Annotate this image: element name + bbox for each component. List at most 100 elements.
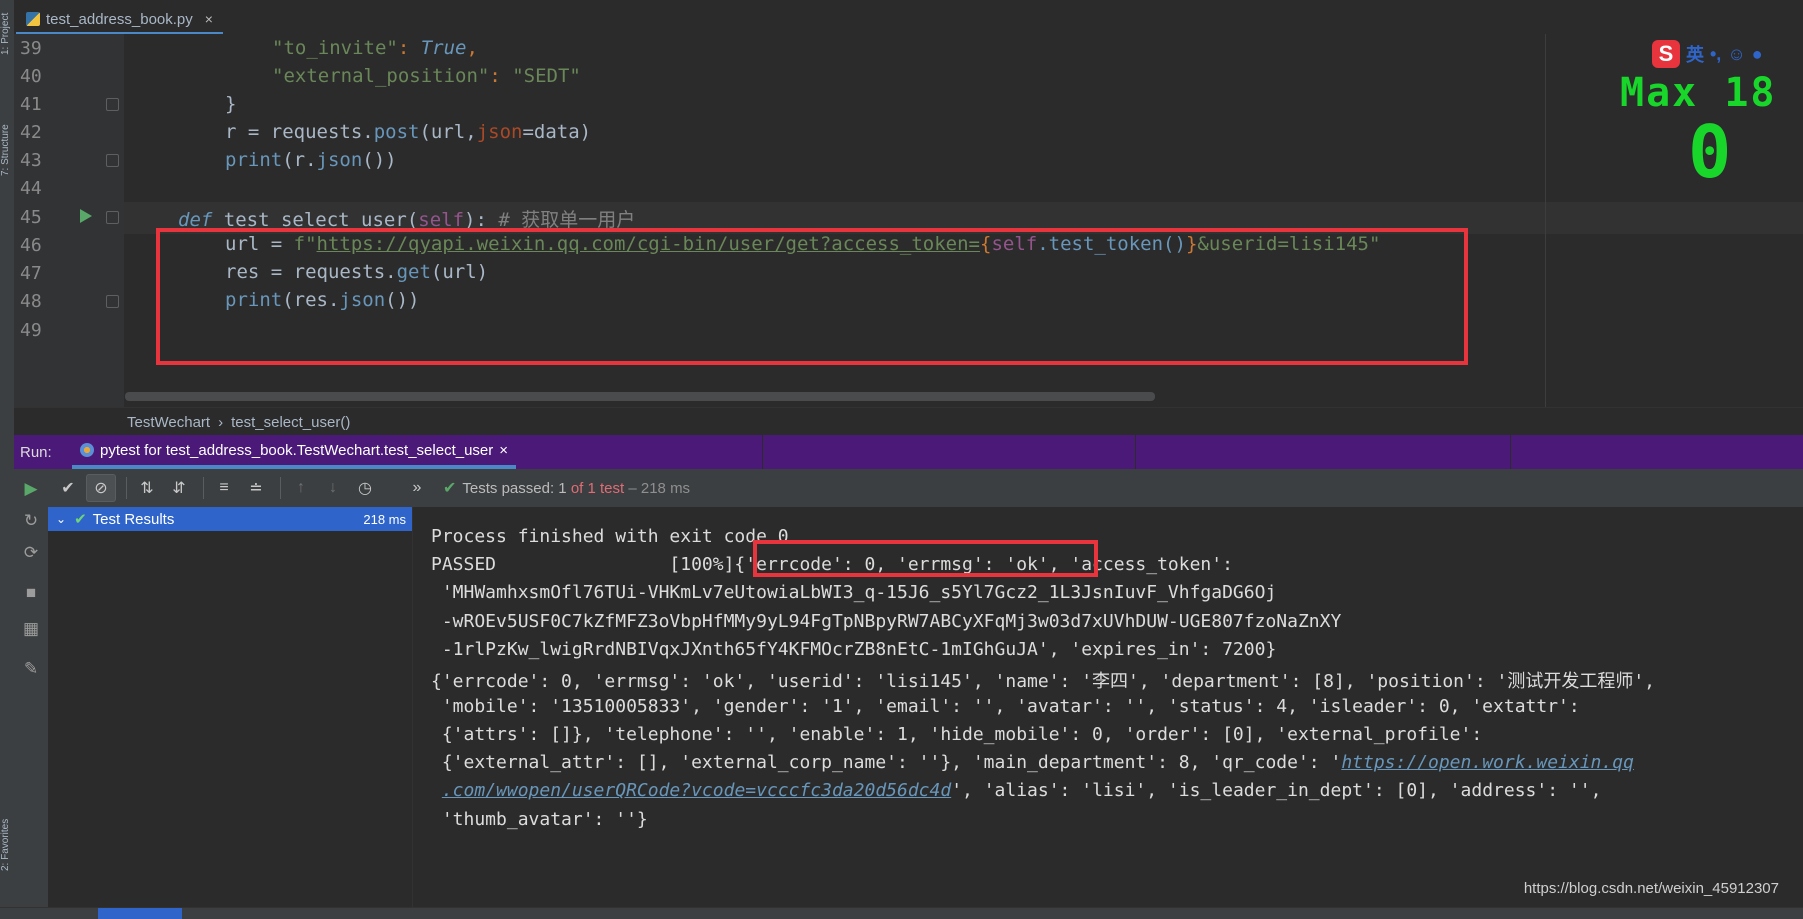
console-line: {'external_attr': [], 'external_corp_nam…: [431, 752, 1634, 773]
next-failed-icon[interactable]: ↓: [319, 475, 347, 501]
watermark: https://blog.csdn.net/weixin_45912307: [1523, 880, 1779, 897]
pytest-icon: [80, 443, 94, 457]
run-tool-window-header: Run: pytest for test_address_book.TestWe…: [14, 435, 1803, 470]
bar-divider: [762, 435, 763, 469]
breadcrumb-separator: ›: [218, 413, 224, 431]
tests-duration: – 218 ms: [628, 479, 691, 497]
test-results-root[interactable]: ⌄ ✔ Test Results 218 ms: [48, 507, 412, 531]
run-tab-pytest[interactable]: pytest for test_address_book.TestWechart…: [72, 435, 517, 469]
ime-language[interactable]: 英: [1686, 41, 1704, 67]
layout-icon[interactable]: ▦: [21, 619, 41, 639]
console-line: -1rlPzKw_lwigRrdNBIVqxJXnth65fY4KFMOcrZB…: [431, 639, 1277, 660]
ime-logo[interactable]: S: [1652, 40, 1680, 68]
tests-passed-label: Tests passed:: [462, 479, 555, 497]
console-output[interactable]: Process finished with exit code 0 PASSED…: [413, 507, 1803, 907]
close-icon[interactable]: ×: [499, 442, 508, 459]
test-results-tree: ⌄ ✔ Test Results 218 ms: [48, 507, 413, 907]
rerun-failed-icon[interactable]: ↻: [21, 511, 41, 531]
toolbar-separator: [203, 477, 204, 499]
run-label: Run:: [20, 443, 52, 461]
favorites-tool-tab[interactable]: 2: Favorites: [0, 800, 14, 890]
left-tool-stripe: 1: Project 7: Structure 2: Favorites: [0, 0, 15, 918]
console-line: {'attrs': []}, 'telephone': '', 'enable'…: [431, 724, 1483, 745]
console-line: {'errcode': 0, 'errmsg': 'ok', 'userid':…: [431, 671, 1656, 692]
test-history-icon[interactable]: ◷: [351, 475, 379, 501]
console-line: 'MHWamhxsmOfl76TUi-VHKmLv7eUtowiaLbWI3_q…: [431, 582, 1277, 603]
toggle-auto-test-icon[interactable]: ⟳: [21, 543, 41, 563]
code-line-43: print(r.json()): [225, 149, 397, 171]
code-line-41: }: [225, 93, 237, 115]
run-tab-label: pytest for test_address_book.TestWechart…: [100, 441, 494, 459]
tests-status: ✔ Tests passed: 1 of 1 test – 218 ms: [443, 478, 690, 498]
run-toolbar: ✔ ⊘ ⇅ ⇵ ≡ ≐ ↑ ↓ ◷ » ✔ Tests passed: 1 of…: [48, 469, 1803, 508]
run-sidebar: ▶ ↻ ⟳ ■ ▦ ✎: [14, 469, 49, 918]
editor-tab-bar: test_address_book.py ×: [14, 0, 1803, 35]
fold-marker[interactable]: [106, 98, 119, 111]
smile-icon[interactable]: ☺: [1727, 44, 1745, 65]
console-line: 'mobile': '13510005833', 'gender': '1', …: [431, 696, 1580, 717]
line-number: 49: [20, 320, 42, 341]
line-number: 46: [20, 235, 42, 256]
line-number: 39: [20, 38, 42, 59]
line-number: 41: [20, 94, 42, 115]
editor-tab-label: test_address_book.py: [46, 10, 193, 28]
show-ignored-icon[interactable]: ⊘: [86, 474, 116, 502]
line-number: 42: [20, 122, 42, 143]
bottom-active-tab[interactable]: [98, 908, 182, 919]
ime-toolbar[interactable]: S 英 •, ☺ ●: [1652, 40, 1763, 68]
max-counter-value: 0: [1688, 110, 1732, 194]
collapse-all-icon[interactable]: ≐: [242, 475, 270, 501]
stop-icon[interactable]: ■: [21, 583, 41, 603]
microphone-icon[interactable]: ●: [1752, 44, 1763, 65]
console-line: 'thumb_avatar': ''}: [431, 809, 648, 830]
bar-divider: [1135, 435, 1136, 469]
more-icon[interactable]: »: [403, 475, 431, 501]
line-number: 40: [20, 66, 42, 87]
show-passed-icon[interactable]: ✔: [54, 475, 82, 501]
fold-marker[interactable]: [106, 295, 119, 308]
console-line: Process finished with exit code 0: [431, 526, 789, 547]
close-icon[interactable]: ×: [205, 11, 213, 27]
breadcrumb-method[interactable]: test_select_user(): [231, 414, 350, 431]
previous-failed-icon[interactable]: ↑: [287, 475, 315, 501]
editor-tab-test-address-book[interactable]: test_address_book.py ×: [16, 6, 223, 35]
toolbar-separator: [280, 477, 281, 499]
fold-marker[interactable]: [106, 211, 119, 224]
highlight-box-console: [753, 540, 1098, 577]
check-icon: ✔: [443, 480, 457, 497]
qr-code-link[interactable]: https://open.work.weixin.qq: [1341, 752, 1634, 773]
pin-icon[interactable]: ✎: [21, 659, 41, 679]
console-line: -wROEv5USF0C7kZfMFZ3oVbpHfMMy9yL94FgTpNB…: [431, 611, 1342, 632]
test-results-duration: 218 ms: [363, 511, 406, 527]
line-number: 43: [20, 150, 42, 171]
fold-marker[interactable]: [106, 154, 119, 167]
rerun-icon[interactable]: ▶: [21, 479, 41, 499]
run-test-gutter-icon[interactable]: [80, 209, 92, 223]
console-line: .com/wwopen/userQRCode?vcode=vcccfc3da20…: [441, 780, 1602, 801]
code-line-40: "external_position": "SEDT": [272, 65, 581, 87]
breadcrumb-class[interactable]: TestWechart: [127, 414, 210, 431]
project-tool-tab[interactable]: 1: Project: [0, 4, 14, 64]
line-number: 47: [20, 263, 42, 284]
expand-all-icon[interactable]: ≡: [210, 475, 238, 501]
tests-passed-count: 1: [558, 479, 567, 497]
tests-total: of 1 test: [570, 479, 625, 497]
bottom-tool-bar: [0, 907, 1803, 919]
qr-code-link-cont[interactable]: .com/wwopen/userQRCode?vcode=vcccfc3da20…: [442, 780, 951, 801]
right-margin-guide: [1545, 34, 1546, 407]
line-number: 48: [20, 291, 42, 312]
toolbar-separator: [126, 477, 127, 499]
ime-punctuation[interactable]: •,: [1710, 44, 1721, 65]
structure-tool-tab[interactable]: 7: Structure: [0, 110, 14, 190]
line-number: 45: [20, 207, 42, 228]
sort-alphabetically-icon[interactable]: ⇅: [133, 475, 161, 501]
code-line-42: r = requests.post(url,json=data): [225, 121, 592, 143]
bar-divider: [1510, 435, 1511, 469]
sort-by-duration-icon[interactable]: ⇵: [165, 475, 193, 501]
chevron-down-icon[interactable]: ⌄: [56, 512, 66, 526]
editor-horizontal-scrollbar[interactable]: [125, 392, 1155, 401]
check-icon: ✔: [74, 511, 87, 528]
line-number: 44: [20, 178, 42, 199]
python-file-icon: [26, 12, 40, 26]
highlight-box-code: [156, 228, 1468, 365]
